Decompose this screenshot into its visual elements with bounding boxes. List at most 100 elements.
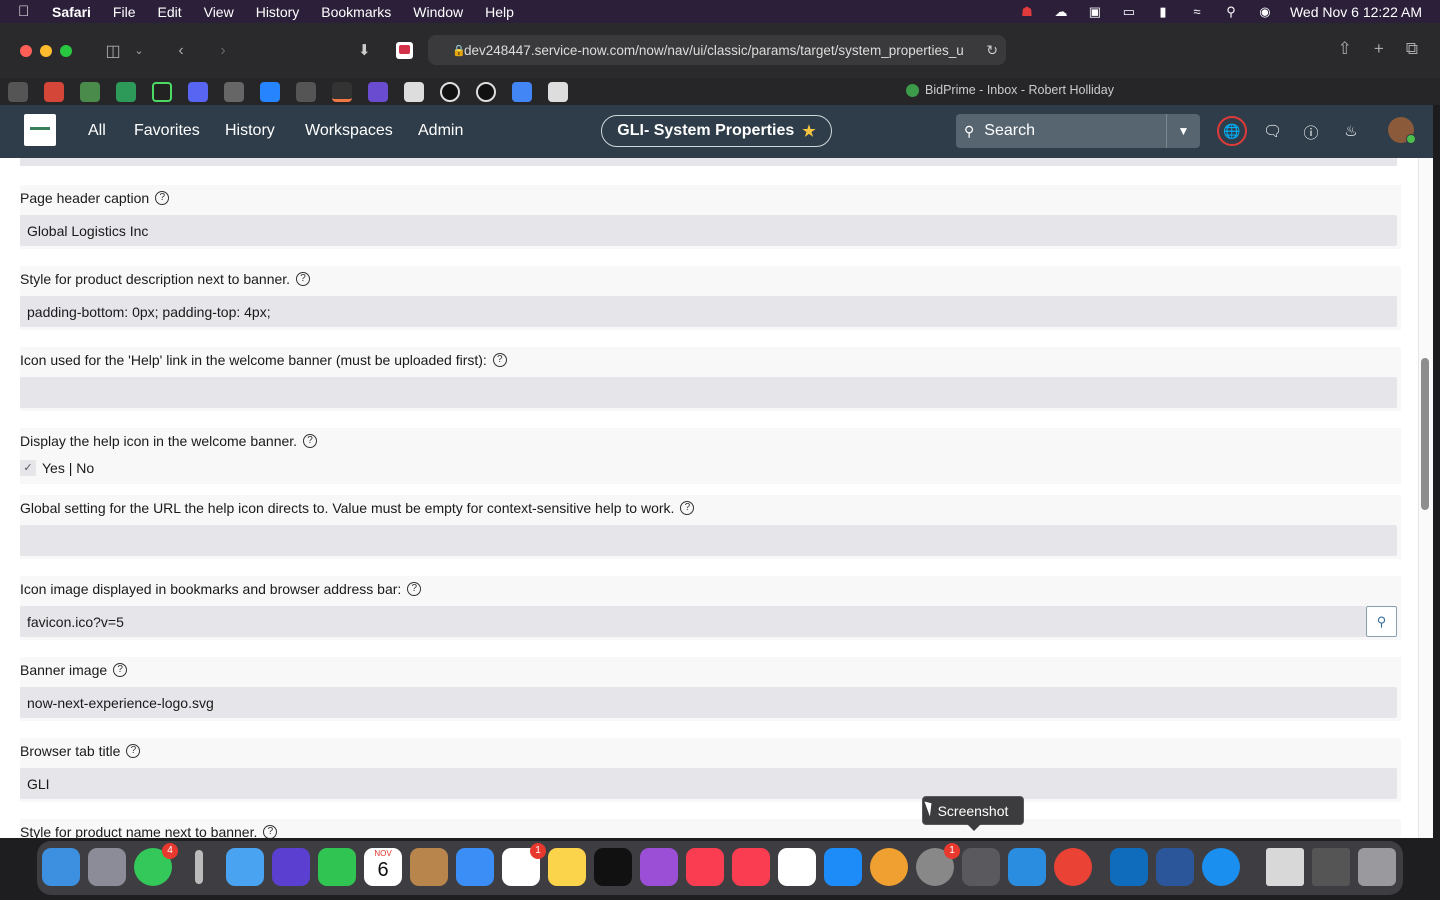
maps-icon[interactable] (226, 848, 264, 886)
apple-icon[interactable]:  (18, 3, 36, 20)
mail-icon[interactable] (456, 848, 494, 886)
user-avatar[interactable] (1388, 117, 1416, 144)
reload-icon[interactable]: ↻ (986, 42, 998, 59)
bell-icon[interactable]: ♨ (1342, 122, 1360, 140)
help-icon[interactable]: ⓘ (1302, 122, 1320, 143)
url-text[interactable]: dev248447.service-now.com/now/nav/ui/cla… (464, 43, 974, 58)
nav-workspaces[interactable]: Workspaces (305, 122, 393, 140)
help-circle-icon[interactable]: ? (492, 353, 507, 367)
notion-icon[interactable] (778, 848, 816, 886)
help-circle-icon[interactable]: ? (126, 744, 141, 758)
menu-help[interactable]: Help (485, 4, 514, 20)
spotlight-search-icon[interactable]: ⚲ (1222, 4, 1240, 19)
display-help-icon-checkbox[interactable]: ✓ (20, 460, 36, 476)
favorite-docs-icon[interactable] (512, 82, 532, 102)
help-circle-icon[interactable]: ? (263, 825, 278, 838)
zoom-window-button[interactable] (60, 44, 72, 57)
reminders-icon[interactable]: 1 (502, 843, 546, 886)
apple-tv-icon[interactable] (594, 848, 632, 886)
globe-icon[interactable]: 🌐 (1217, 116, 1247, 146)
scrollbar-thumb[interactable] (1421, 358, 1429, 510)
word-icon[interactable] (1156, 848, 1194, 886)
menu-history[interactable]: History (256, 4, 300, 20)
menu-bookmarks[interactable]: Bookmarks (321, 4, 391, 20)
nav-admin[interactable]: Admin (418, 122, 463, 140)
help-icon-input[interactable] (20, 377, 1397, 408)
menubar-clock[interactable]: Wed Nov 6 12:22 AM (1290, 4, 1422, 20)
favorite-spiral-icon[interactable] (152, 82, 172, 102)
banner-image-input[interactable]: now-next-experience-logo.svg (20, 687, 1397, 718)
help-circle-icon[interactable]: ? (680, 501, 695, 515)
help-circle-icon[interactable]: ? (296, 272, 311, 286)
star-icon[interactable]: ★ (802, 122, 815, 140)
nav-favorites[interactable]: Favorites (134, 122, 200, 140)
sidebar-toggle-icon[interactable]: ◫ (102, 41, 124, 61)
wifi-icon[interactable]: ≈ (1188, 4, 1206, 19)
favorite-list-icon[interactable] (368, 82, 388, 102)
favorite-github-icon[interactable] (440, 82, 460, 102)
favorite-github2-icon[interactable] (476, 82, 496, 102)
favorite-ring-icon[interactable] (296, 82, 316, 102)
finder-icon[interactable] (42, 848, 80, 886)
menu-window[interactable]: Window (413, 4, 463, 20)
favorite-discord-icon[interactable] (188, 82, 208, 102)
share-icon[interactable]: ⇧ (1338, 39, 1352, 59)
menu-app-name[interactable]: Safari (52, 4, 91, 20)
favorite-gmail-icon[interactable] (44, 82, 64, 102)
context-title-pill[interactable]: GLI- System Properties ★ (601, 115, 832, 147)
favorite-soccer2-icon[interactable] (548, 82, 568, 102)
document-stack-icon[interactable] (1266, 848, 1304, 886)
favorite-jira-icon[interactable] (260, 82, 280, 102)
favorite-w-icon[interactable] (8, 82, 28, 102)
help-circle-icon[interactable]: ? (155, 191, 170, 205)
new-tab-icon[interactable]: + (1374, 39, 1384, 59)
chrome-icon[interactable] (1054, 848, 1092, 886)
chevron-down-icon[interactable]: ⌄ (128, 44, 150, 57)
global-search[interactable]: ⚲ Search ▼ (956, 114, 1200, 148)
menu-file[interactable]: File (113, 4, 136, 20)
browser-tab-title-input[interactable]: GLI (20, 768, 1397, 799)
messages-icon[interactable]: 4 (134, 843, 178, 886)
facetime-icon[interactable] (318, 848, 356, 886)
page-header-caption-input[interactable]: Global Logistics Inc (20, 215, 1397, 246)
pinned-tab[interactable]: BidPrime - Inbox - Robert Holliday (906, 83, 1114, 97)
lookup-search-button[interactable]: ⚲ (1366, 606, 1397, 637)
menu-edit[interactable]: Edit (157, 4, 181, 20)
control-center-icon[interactable]: ◉ (1256, 4, 1274, 19)
favorite-loop-icon[interactable] (224, 82, 244, 102)
search-scope-dropdown[interactable]: ▼ (1166, 114, 1200, 148)
music-icon[interactable] (732, 848, 770, 886)
pocket-extension-icon[interactable] (396, 42, 413, 59)
address-bar[interactable]: 🔒 dev248447.service-now.com/now/nav/ui/c… (428, 35, 1006, 65)
system-settings-icon[interactable]: 1 (916, 843, 960, 886)
product-desc-style-input[interactable]: padding-bottom: 0px; padding-top: 4px; (20, 296, 1397, 327)
podcasts-icon[interactable] (640, 848, 678, 886)
chat-icon[interactable]: 🗨 (1263, 122, 1282, 140)
photos-icon[interactable] (870, 848, 908, 886)
app-store-icon[interactable] (824, 848, 862, 886)
notes-icon[interactable] (548, 848, 586, 886)
calendar-icon[interactable]: NOV 6 (364, 848, 402, 886)
contacts-icon[interactable] (410, 848, 448, 886)
nav-all[interactable]: All (88, 122, 106, 140)
news-icon[interactable] (686, 848, 724, 886)
screenshot-icon[interactable] (962, 848, 1000, 886)
downloads-stack-icon[interactable] (1312, 848, 1350, 886)
trash-icon[interactable] (1358, 848, 1396, 886)
favorite-green-icon[interactable] (116, 82, 136, 102)
tab-overview-icon[interactable]: ⧉ (1406, 39, 1418, 59)
minimize-window-button[interactable] (40, 44, 52, 57)
stage-manager-icon[interactable]: ▭ (1120, 4, 1138, 19)
vscode-icon[interactable] (1008, 848, 1046, 886)
downloads-icon[interactable]: ⬇ (358, 41, 371, 59)
outlook-menu-icon[interactable]: ▣ (1086, 4, 1104, 19)
safari-icon[interactable] (1202, 848, 1240, 886)
outlook-icon[interactable] (1110, 848, 1148, 886)
help-circle-icon[interactable]: ? (113, 663, 128, 677)
launchpad-icon[interactable] (88, 848, 126, 886)
favorite-soccer-icon[interactable] (404, 82, 424, 102)
battery-icon[interactable]: ▮ (1154, 4, 1172, 19)
favorite-robot-icon[interactable] (80, 82, 100, 102)
help-url-input[interactable] (20, 525, 1397, 556)
mcafee-icon[interactable]: ☗ (1018, 4, 1036, 19)
